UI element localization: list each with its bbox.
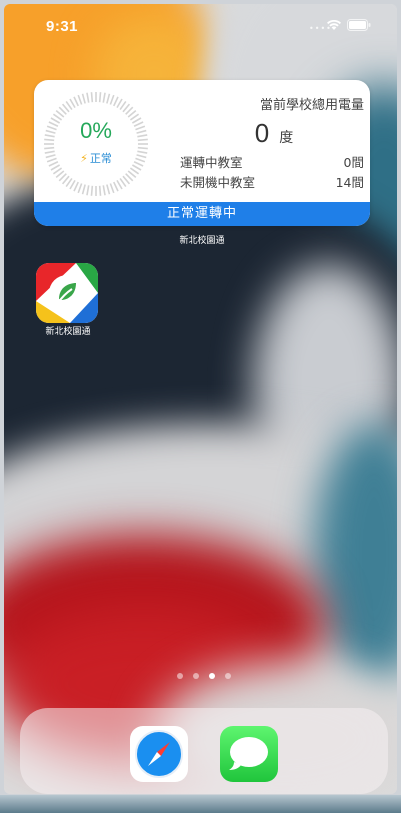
safari-app[interactable] — [130, 726, 188, 782]
status-indicator: ⚡ 正常 — [38, 150, 154, 166]
gauge-tick — [69, 98, 76, 109]
gauge-tick — [109, 183, 115, 194]
usage-total: 0度 — [184, 118, 364, 149]
gauge-tick — [73, 181, 79, 192]
gauge-tick — [90, 185, 94, 196]
lightning-icon: ⚡ — [80, 152, 88, 165]
usage-percent: 0% — [80, 118, 112, 143]
page-dot[interactable] — [209, 673, 215, 679]
row-value: 0間 — [343, 155, 364, 170]
page-dot[interactable] — [177, 673, 183, 679]
gauge-tick — [98, 92, 102, 103]
gauge-tick — [73, 96, 79, 107]
gauge-tick — [106, 93, 111, 104]
status-time: 9:31 — [46, 18, 79, 35]
page-dot[interactable] — [225, 673, 231, 679]
gauge-tick — [109, 94, 115, 105]
gauge-tick — [86, 185, 90, 196]
page-dot[interactable] — [193, 673, 199, 679]
dock — [20, 708, 388, 794]
gauge-tick — [113, 181, 119, 192]
gauge-tick — [102, 92, 106, 103]
messages-app[interactable] — [220, 726, 278, 782]
safari-icon — [135, 730, 183, 778]
gauge-tick — [113, 96, 119, 107]
gauge-tick — [106, 184, 111, 195]
leaf-app-icon — [36, 263, 98, 323]
gauge-tick — [44, 146, 55, 150]
gauge-tick — [116, 179, 123, 190]
usage-gauge — [44, 92, 148, 196]
battery-icon — [347, 19, 371, 31]
messages-icon — [229, 737, 268, 770]
row-label: 未開機中教室 — [180, 175, 256, 190]
row-value: 14間 — [335, 175, 364, 190]
school-app-icon[interactable] — [36, 263, 98, 323]
gauge-tick — [69, 179, 76, 190]
wifi-icon — [327, 19, 341, 30]
gauge-tick — [86, 92, 90, 103]
gauge-tick — [98, 185, 102, 196]
gauge-tick — [81, 93, 86, 104]
gauge-tick — [116, 98, 123, 109]
gauge-tick — [77, 94, 83, 105]
phone-screen: 9:31 •••• 0% ⚡ 正常 當前學校總用電量 0度 運轉中教室 0間 未… — [0, 0, 401, 813]
app-label: 新北校園通 — [45, 327, 91, 337]
gauge-tick — [90, 92, 94, 103]
widget-title: 當前學校總用電量 — [259, 98, 364, 113]
usage-value: 0 — [254, 118, 270, 148]
gauge-tick — [81, 184, 86, 195]
power-usage-widget[interactable]: 0% ⚡ 正常 當前學校總用電量 0度 運轉中教室 0間 未開機中教室 14間 正… — [34, 80, 370, 226]
widget-app-label: 新北校園通 — [179, 236, 225, 246]
gauge-tick — [102, 185, 106, 196]
gauge-tick — [77, 183, 83, 194]
gauge-tick — [137, 146, 148, 150]
status-footer-bar: 正常運轉中 — [34, 202, 370, 226]
row-label: 運轉中教室 — [180, 155, 243, 170]
device-bezel — [0, 795, 401, 813]
status-bar: 9:31 •••• — [4, 4, 397, 44]
status-label: 正常 — [89, 152, 112, 165]
wallpaper: 9:31 •••• 0% ⚡ 正常 當前學校總用電量 0度 運轉中教室 0間 未… — [4, 4, 397, 794]
page-indicator[interactable] — [172, 664, 236, 679]
usage-unit: 度 — [279, 130, 294, 146]
